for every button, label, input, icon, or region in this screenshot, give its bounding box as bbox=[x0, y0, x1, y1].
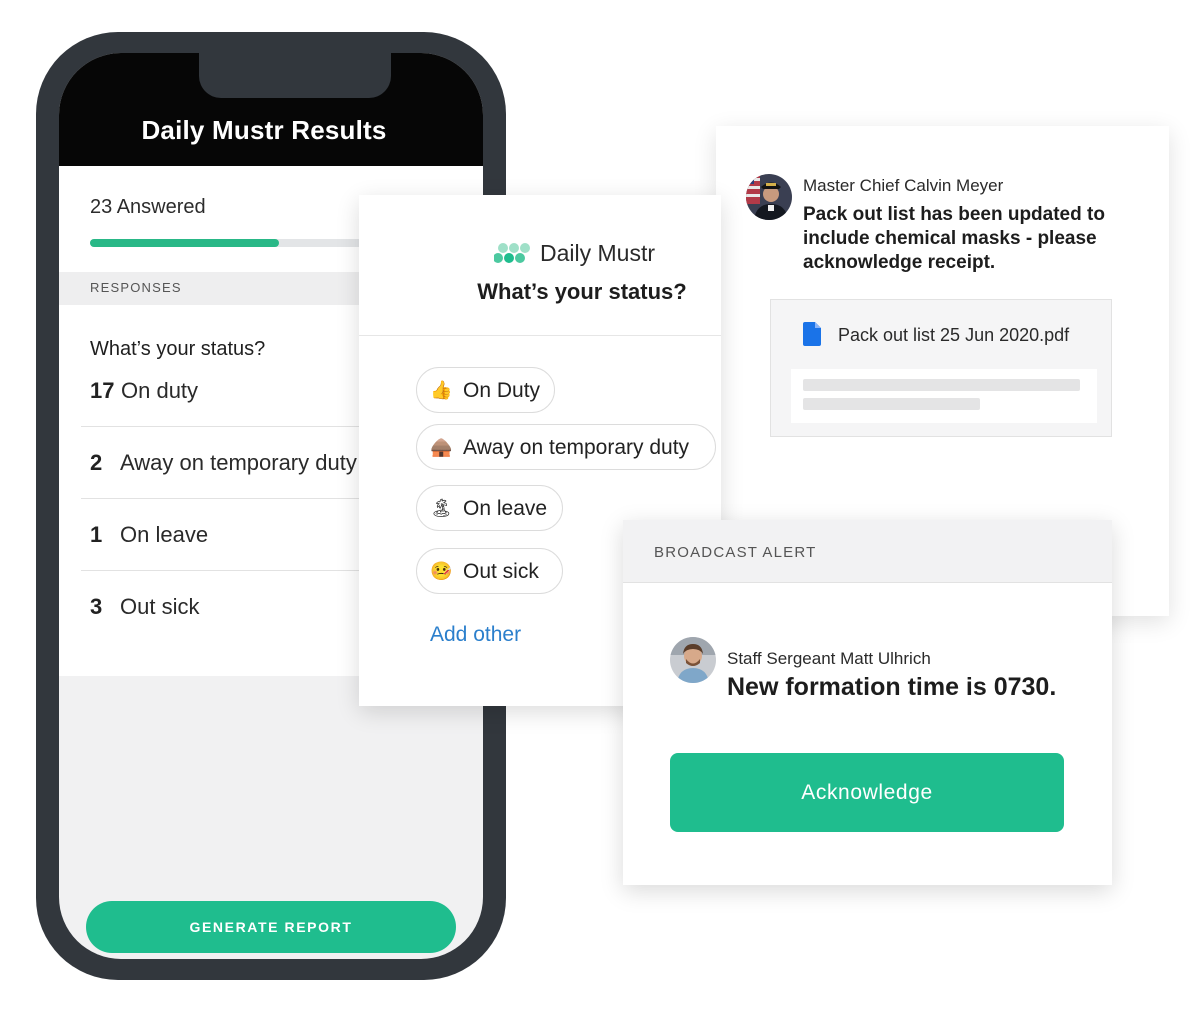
acknowledge-button[interactable]: Acknowledge bbox=[670, 753, 1064, 832]
answered-count: 23 Answered bbox=[90, 196, 206, 218]
page-title: Daily Mustr Results bbox=[141, 115, 387, 145]
option-label: Out sick bbox=[463, 560, 539, 583]
survey-question: What’s your status? bbox=[477, 279, 687, 304]
avatar bbox=[670, 637, 716, 683]
broadcast-title: BROADCAST ALERT bbox=[654, 544, 817, 561]
result-count: 2 bbox=[90, 450, 103, 475]
divider bbox=[359, 335, 721, 336]
option-label: Away on temporary duty bbox=[463, 436, 690, 459]
attachment-filename: Pack out list 25 Jun 2020.pdf bbox=[838, 325, 1070, 345]
message-sender: Master Chief Calvin Meyer bbox=[803, 176, 1004, 195]
option-chip-on-duty[interactable]: 👍 On Duty bbox=[416, 367, 555, 413]
responses-label: RESPONSES bbox=[90, 280, 182, 295]
result-count: 1 bbox=[90, 522, 103, 547]
result-label: On duty bbox=[121, 378, 199, 403]
option-chip-out-sick[interactable]: 🤒 Out sick bbox=[416, 548, 563, 594]
daily-mustr-logo-icon bbox=[494, 243, 530, 263]
preview-line bbox=[803, 398, 980, 410]
option-chip-away[interactable]: 🛖 Away on temporary duty bbox=[416, 424, 716, 470]
phone-notch bbox=[199, 53, 391, 98]
preview-line bbox=[803, 379, 1080, 391]
file-icon bbox=[803, 322, 821, 346]
message-body: Pack out list has been updated to includ… bbox=[803, 204, 1105, 273]
result-label: On leave bbox=[120, 522, 209, 547]
add-other-link[interactable]: Add other bbox=[430, 623, 521, 647]
hut-icon: 🛖 bbox=[430, 437, 453, 457]
progress-fill bbox=[90, 239, 279, 247]
broadcast-sender: Staff Sergeant Matt Ulhrich bbox=[727, 649, 931, 668]
result-label: Out sick bbox=[120, 594, 200, 619]
attachment-card[interactable]: Pack out list 25 Jun 2020.pdf bbox=[770, 299, 1112, 437]
broadcast-alert-card: BROADCAST ALERT Staff Sergeant Matt Ulhr… bbox=[623, 520, 1112, 885]
island-icon: 🏝 bbox=[430, 498, 453, 518]
broadcast-message: New formation time is 0730. bbox=[727, 673, 1057, 701]
option-label: On leave bbox=[463, 497, 548, 520]
sick-face-icon: 🤒 bbox=[430, 561, 453, 581]
response-progress-bar bbox=[90, 239, 390, 247]
result-label: Away on temporary duty bbox=[120, 450, 357, 475]
thumbs-up-icon: 👍 bbox=[430, 380, 453, 400]
result-count: 3 bbox=[90, 594, 103, 619]
generate-report-button[interactable]: GENERATE REPORT bbox=[86, 901, 456, 953]
avatar bbox=[746, 174, 792, 220]
option-label: On Duty bbox=[463, 379, 541, 402]
option-chip-on-leave[interactable]: 🏝 On leave bbox=[416, 485, 563, 531]
result-count: 17 bbox=[90, 378, 115, 403]
attachment-preview bbox=[791, 369, 1097, 423]
broadcast-header: BROADCAST ALERT bbox=[623, 520, 1112, 583]
survey-brand-name: Daily Mustr bbox=[540, 240, 656, 266]
